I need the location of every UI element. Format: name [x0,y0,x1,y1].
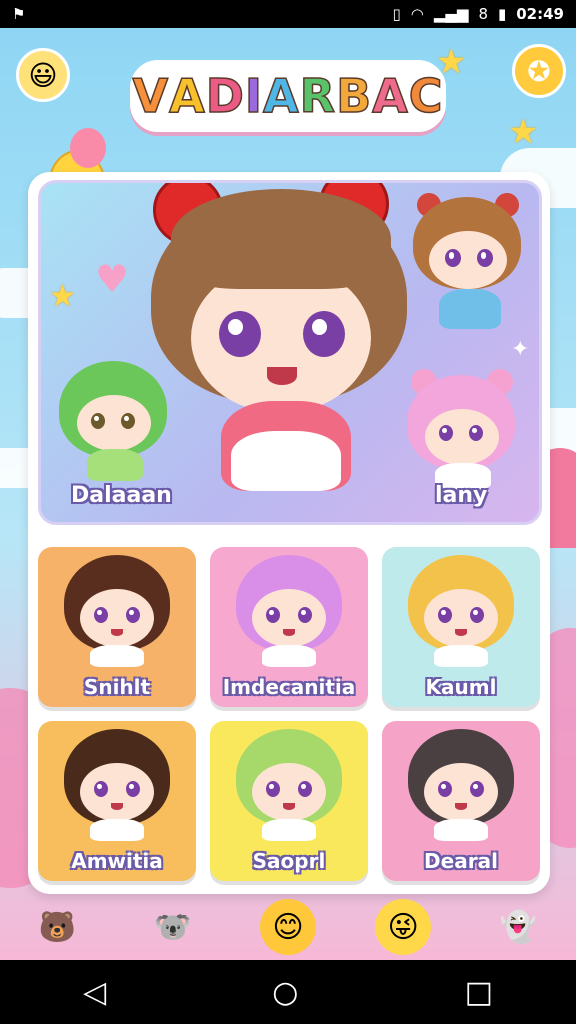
title-letter: A [371,68,409,124]
chibi-character-brown-hair [413,191,523,331]
character-name-label: Kauml [425,675,497,699]
profile-mascot-button[interactable]: 😃 [16,48,70,102]
smiley-icon: 😜 [387,909,419,945]
status-bar: ⚑ ▯ ◠ ▂▄▆ 8 ▮ 02:49 [0,0,576,28]
wifi-icon: ◠ [410,5,424,23]
main-chibi-character [151,183,411,513]
title-letter: C [408,68,444,124]
title-letter: R [299,68,337,124]
clock: 02:49 [516,5,564,23]
chibi-character-pink-hair [407,369,517,489]
star-decoration-icon: ★ [49,279,76,314]
chibi-portrait [64,555,170,667]
bear-icon: 🐻 [38,909,77,945]
ghost-icon: 👻 [499,909,538,945]
star-icon: ✪ [527,54,551,88]
star-menu-button[interactable]: ✪ [512,44,566,98]
battery-digit: 8 [478,5,488,23]
battery-icon: ▮ [497,5,507,23]
character-name-label: Amwitia [71,849,163,873]
character-card[interactable]: Amwitia [38,721,196,881]
hero-right-label: lany [435,483,488,508]
balloon-icon [70,128,106,168]
featured-characters-banner[interactable]: ♥ ★ ✦ Dalaaan lany [38,180,542,525]
title-letter: A [168,68,206,124]
character-card[interactable]: Dearal [382,721,540,881]
home-icon[interactable]: ○ [272,975,298,1010]
recent-apps-icon[interactable]: □ [465,975,493,1010]
chibi-portrait [64,729,170,841]
ghost-nav-button[interactable]: 👻 [490,899,546,955]
home-face-icon: 😊 [272,909,304,945]
character-card[interactable]: Imdecanitia [210,547,368,707]
chibi-portrait [408,729,514,841]
character-card[interactable]: Saoprl [210,721,368,881]
chibi-portrait [408,555,514,667]
app-notification-icon: ⚑ [12,5,26,23]
character-name-label: Saoprl [252,849,326,873]
character-name-label: Imdecanitia [222,675,356,699]
mascot-icon: 😃 [28,58,58,92]
system-nav-bar: ◁ ○ □ [0,960,576,1024]
smiley-nav-button[interactable]: 😜 [375,899,432,955]
vibrate-icon: ▯ [392,5,401,23]
sparkle-icon: ✦ [511,337,530,362]
character-name-label: Dearal [424,849,498,873]
title-letter: V [132,68,170,124]
star-decoration-icon: ★ [508,112,539,152]
blue-bear-icon: 🐨 [154,909,192,945]
chibi-portrait [236,555,342,667]
title-letter: A [262,68,300,124]
signal-icon: ▂▄▆ [433,5,469,23]
bear-nav-button[interactable]: 🐻 [30,899,86,955]
title-letter: I [244,68,264,124]
hero-left-label: Dalaaan [71,483,172,508]
heart-icon: ♥ [95,257,130,301]
back-icon[interactable]: ◁ [83,975,106,1010]
chibi-portrait [236,729,342,841]
title-letter: B [335,68,373,124]
bottom-nav: 🐻 🐨 😊 😜 👻 [0,894,576,960]
character-card[interactable]: Snihlt [38,547,196,707]
chibi-character-green-hair [59,361,169,481]
game-title-logo: VADIARBAC [130,60,446,132]
home-face-nav-button[interactable]: 😊 [259,899,316,955]
character-name-label: Snihlt [83,675,151,699]
character-card[interactable]: Kauml [382,547,540,707]
status-icons: ▯ ◠ ▂▄▆ 8 ▮ 02:49 [392,5,564,23]
blue-bear-nav-button[interactable]: 🐨 [145,899,201,955]
title-letter: D [205,68,245,124]
